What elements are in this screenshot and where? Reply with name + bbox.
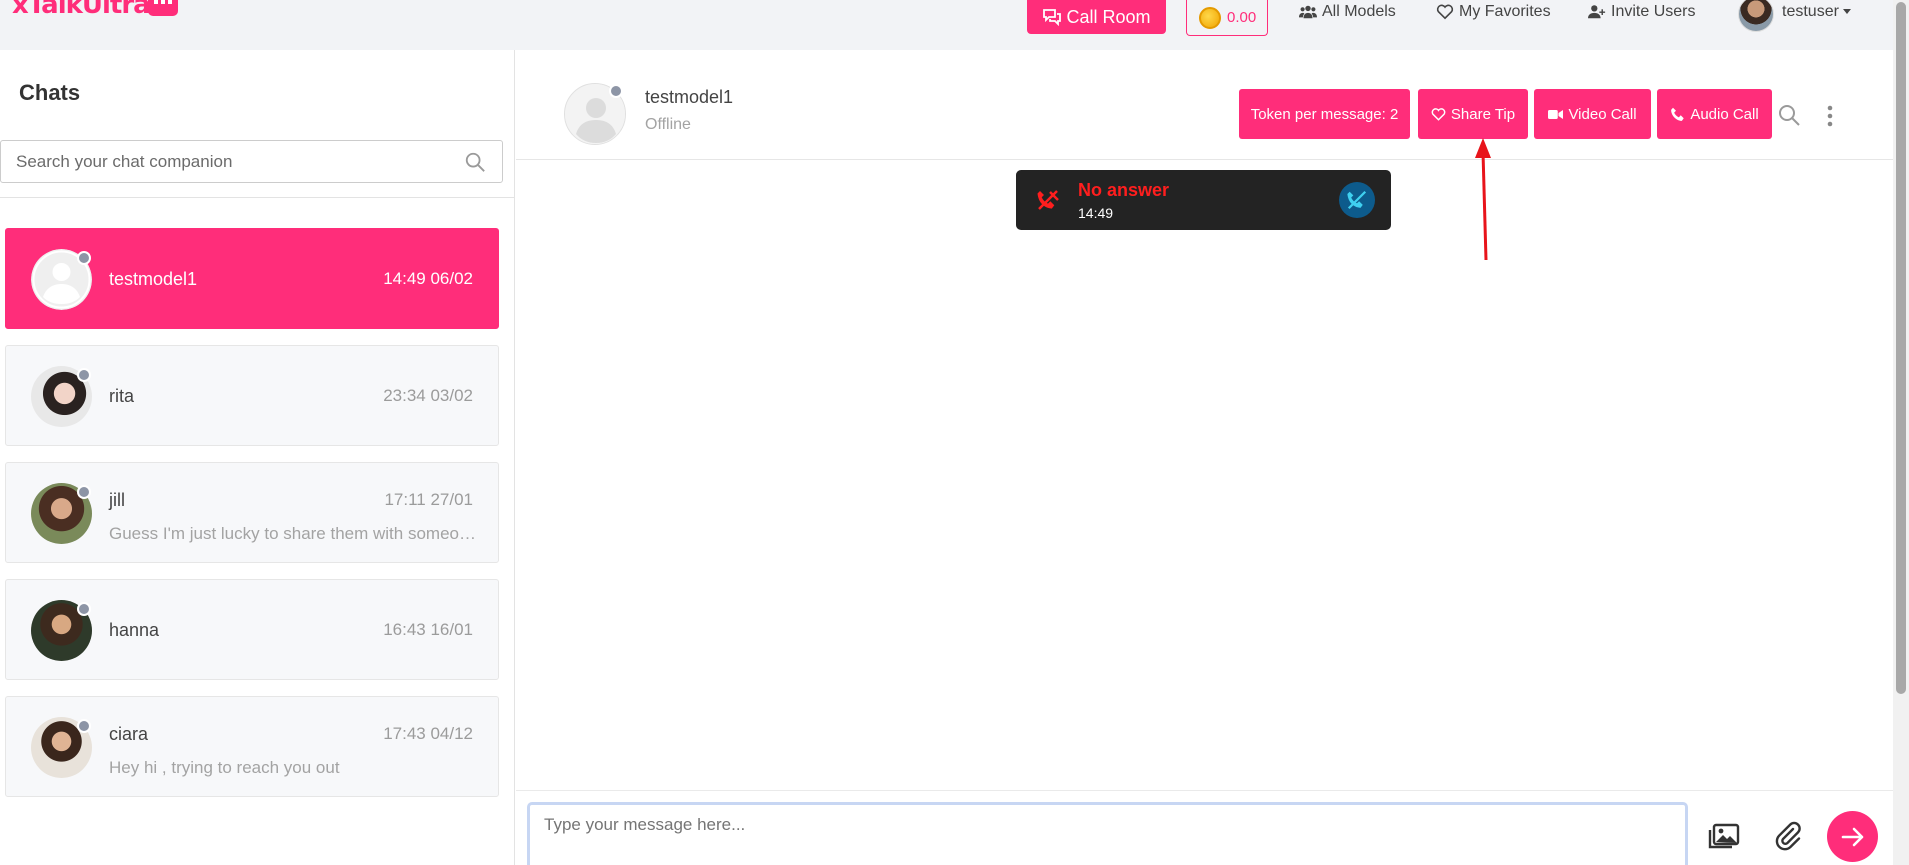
chat-list-item[interactable]: ciara 17:43 04/12 Hey hi , trying to rea… xyxy=(5,696,499,797)
video-call-button[interactable]: Video Call xyxy=(1534,89,1651,139)
sidebar-title: Chats xyxy=(19,80,81,105)
status-dot xyxy=(77,251,91,265)
chat-list-item[interactable]: rita 23:34 03/02 xyxy=(5,345,499,446)
chat-bubbles-icon xyxy=(1043,9,1062,26)
arrow-right-icon xyxy=(1841,827,1863,846)
heart-icon xyxy=(1436,4,1454,20)
search-icon[interactable] xyxy=(464,151,486,173)
chat-name: jill xyxy=(109,490,125,510)
users-icon xyxy=(1299,5,1317,19)
audio-call-label: Audio Call xyxy=(1690,105,1759,123)
token-balance-value: 0.00 xyxy=(1227,9,1257,26)
nav-my-favorites-label: My Favorites xyxy=(1459,3,1551,20)
chat-list: testmodel1 14:49 06/02 rita 23:34 03/02 … xyxy=(5,228,499,813)
nav-all-models-label: All Models xyxy=(1322,3,1396,20)
chat-list-item[interactable]: jill 17:11 27/01 Guess I'm just lucky to… xyxy=(5,462,499,563)
chat-sidebar: Chats Search your chat companion testmod… xyxy=(0,50,515,865)
chat-name: testmodel1 xyxy=(109,269,198,289)
audio-call-button[interactable]: Audio Call xyxy=(1657,89,1772,139)
user-menu-toggle[interactable]: testuser xyxy=(1782,3,1851,21)
share-tip-label: Share Tip xyxy=(1450,105,1516,123)
chat-list-item[interactable]: hanna 16:43 16/01 xyxy=(5,579,499,680)
gallery-icon[interactable] xyxy=(1708,822,1740,850)
chat-main-panel: testmodel1 Offline Token per message: 2 … xyxy=(516,50,1893,865)
status-dot xyxy=(77,485,91,499)
chat-time: 14:49 06/02 xyxy=(383,269,473,288)
contact-name: testmodel1 xyxy=(645,87,734,107)
composer-divider xyxy=(516,790,1893,791)
brand-logo[interactable]: xTalkUltra xyxy=(12,0,151,20)
message-input[interactable] xyxy=(527,802,1688,865)
nav-invite-users[interactable]: Invite Users xyxy=(1588,3,1695,21)
video-camera-icon xyxy=(1548,109,1564,119)
call-room-label: Call Room xyxy=(1066,6,1151,27)
contact-status-dot xyxy=(609,84,623,98)
chat-name: rita xyxy=(109,386,135,406)
call-event-card: No answer 14:49 xyxy=(1016,170,1391,230)
contact-status: Offline xyxy=(645,116,691,133)
phone-icon xyxy=(1671,107,1685,121)
chat-list-item[interactable]: testmodel1 14:49 06/02 xyxy=(5,228,499,329)
sidebar-divider xyxy=(0,197,515,198)
call-event-title: No answer xyxy=(1078,180,1170,200)
missed-call-icon xyxy=(1037,190,1059,210)
chat-time: 23:34 03/02 xyxy=(383,386,473,405)
token-per-message-label: Token per message: 2 xyxy=(1250,105,1399,123)
share-tip-button[interactable]: Share Tip xyxy=(1418,89,1528,139)
page-scrollbar[interactable] xyxy=(1893,0,1909,865)
call-back-button[interactable] xyxy=(1339,182,1375,218)
heart-icon xyxy=(1431,107,1446,121)
search-icon[interactable] xyxy=(1777,103,1801,127)
annotation-arrow-icon xyxy=(1475,138,1491,261)
chat-preview: Hey hi , trying to reach you out xyxy=(109,758,340,777)
call-event-time: 14:49 xyxy=(1078,205,1114,221)
video-call-label: Video Call xyxy=(1568,105,1637,123)
user-avatar[interactable] xyxy=(1738,0,1774,32)
chat-time: 16:43 16/01 xyxy=(383,620,473,639)
token-per-message-badge: Token per message: 2 xyxy=(1239,89,1410,139)
nav-all-models[interactable]: All Models xyxy=(1299,3,1396,21)
phone-slash-icon xyxy=(1347,190,1367,210)
top-navbar: xTalkUltra Call Room 0.00 All Models My … xyxy=(0,0,1893,50)
chat-preview: Guess I'm just lucky to share them with … xyxy=(109,524,479,543)
user-plus-icon xyxy=(1588,5,1606,19)
brand-chat-badge-icon xyxy=(148,0,178,16)
chat-time: 17:43 04/12 xyxy=(383,724,473,743)
nav-my-favorites[interactable]: My Favorites xyxy=(1436,3,1551,21)
chat-time: 17:11 27/01 xyxy=(384,490,473,509)
send-button[interactable] xyxy=(1827,811,1878,862)
attachment-icon[interactable] xyxy=(1773,821,1803,851)
token-balance[interactable]: 0.00 xyxy=(1186,0,1268,36)
status-dot xyxy=(77,602,91,616)
scrollbar-thumb[interactable] xyxy=(1896,2,1906,694)
status-dot xyxy=(77,368,91,382)
coin-icon xyxy=(1199,6,1221,29)
status-dot xyxy=(77,719,91,733)
chat-name: ciara xyxy=(109,724,149,744)
more-options-icon[interactable] xyxy=(1827,105,1833,127)
call-room-button[interactable]: Call Room xyxy=(1027,0,1166,34)
chat-name: hanna xyxy=(109,620,160,640)
chat-search-input[interactable]: Search your chat companion xyxy=(0,140,503,183)
chat-search-placeholder: Search your chat companion xyxy=(16,151,233,171)
chat-header: testmodel1 Offline Token per message: 2 … xyxy=(516,50,1893,160)
nav-invite-users-label: Invite Users xyxy=(1611,3,1696,20)
